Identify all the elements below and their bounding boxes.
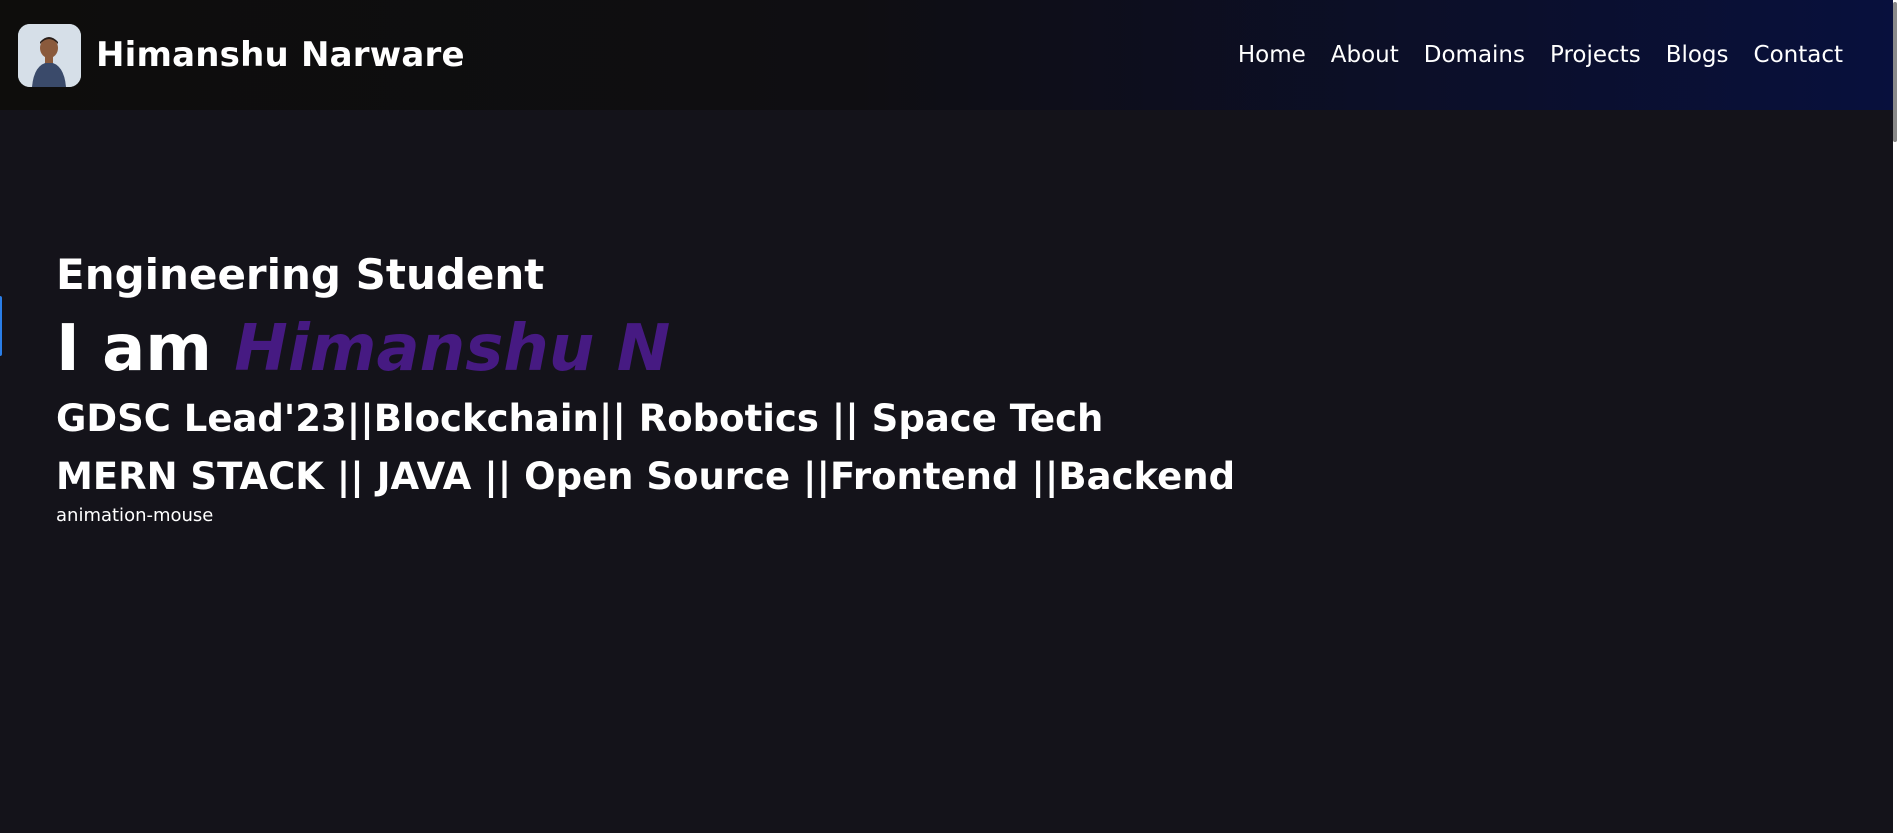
- nav-item-home[interactable]: Home: [1238, 42, 1306, 68]
- navbar: Himanshu Narware Home About Domains Proj…: [0, 0, 1893, 110]
- hero-title: I am Himanshu N: [56, 314, 1235, 384]
- brand-name[interactable]: Himanshu Narware: [96, 35, 465, 75]
- scrollbar[interactable]: [1893, 0, 1897, 833]
- avatar[interactable]: [18, 23, 81, 87]
- profile-photo-icon: [18, 23, 81, 87]
- nav-item-projects[interactable]: Projects: [1550, 42, 1641, 68]
- nav-links: Home About Domains Projects Blogs Contac…: [1238, 42, 1843, 68]
- nav-item-domains[interactable]: Domains: [1424, 42, 1525, 68]
- brand[interactable]: Himanshu Narware: [18, 23, 465, 87]
- hero-skills-line: MERN STACK || JAVA || Open Source ||Fron…: [56, 454, 1236, 498]
- animation-mouse-image: animation-mouse: [56, 504, 214, 526]
- hero-subtitle: Engineering Student: [56, 250, 545, 299]
- hero-roles-line: GDSC Lead'23||Blockchain|| Robotics || S…: [56, 396, 1104, 440]
- hero-section: Engineering Student I am Himanshu N GDSC…: [56, 250, 1235, 526]
- side-indicator: [0, 296, 2, 356]
- nav-item-blogs[interactable]: Blogs: [1666, 42, 1729, 68]
- nav-item-about[interactable]: About: [1331, 42, 1399, 68]
- hero-greeting: I am: [56, 312, 212, 387]
- page: Himanshu Narware Home About Domains Proj…: [0, 0, 1897, 833]
- nav-item-contact[interactable]: Contact: [1754, 42, 1843, 68]
- scrollbar-thumb[interactable]: [1893, 2, 1897, 142]
- hero-name: Himanshu N: [234, 312, 671, 387]
